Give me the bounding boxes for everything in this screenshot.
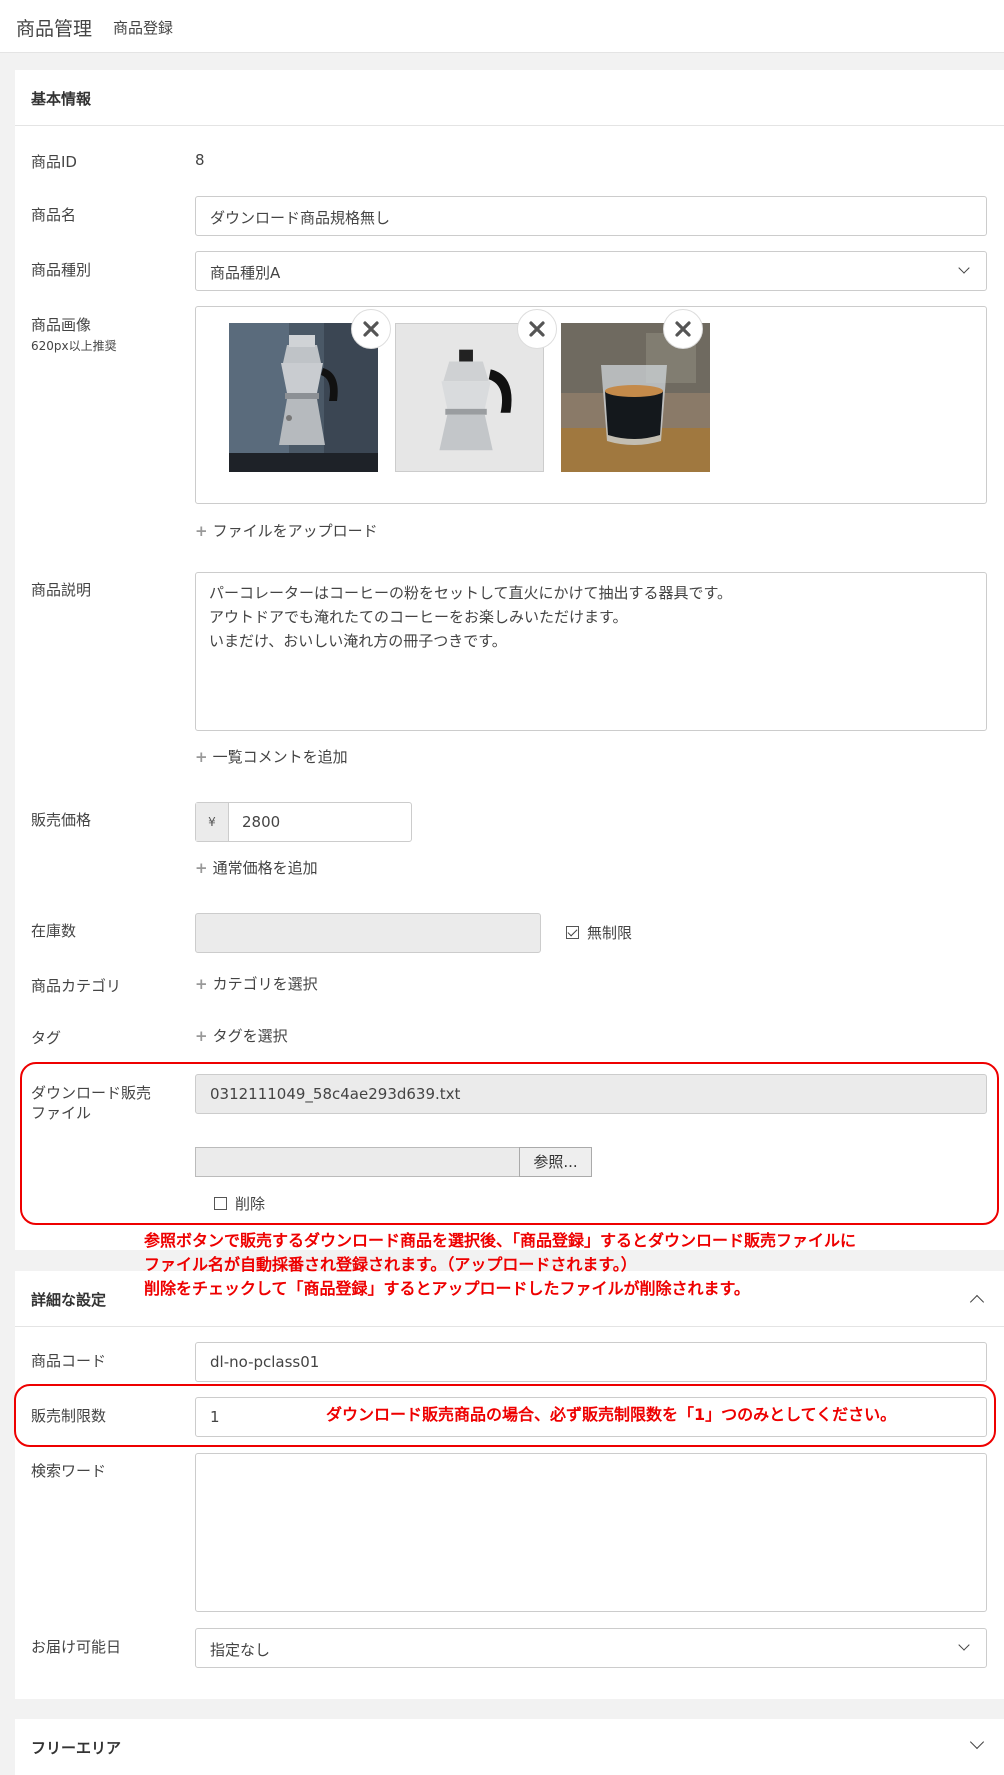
price-input-group[interactable]: ¥ 2800 <box>195 802 412 842</box>
delivery-date-value: 指定なし <box>210 1641 271 1659</box>
product-type-label: 商品種別 <box>31 261 92 279</box>
image-dropzone[interactable] <box>195 306 987 504</box>
free-area-title: フリーエリア <box>31 1739 122 1757</box>
plus-icon: + <box>195 522 208 540</box>
search-word-label: 検索ワード <box>31 1462 107 1480</box>
chevron-down-icon <box>969 1734 985 1750</box>
free-area-card: フリーエリア <box>15 1719 1004 1775</box>
select-category-link[interactable]: + カテゴリを選択 <box>195 973 318 994</box>
remove-image-2-button[interactable] <box>517 309 557 349</box>
product-code-label: 商品コード <box>31 1352 107 1370</box>
unlimited-checkbox[interactable]: 無制限 <box>566 922 632 943</box>
chevron-down-icon <box>958 262 970 274</box>
upload-file-label: ファイルをアップロード <box>212 522 378 540</box>
product-id-label: 商品ID <box>31 153 77 171</box>
product-id-value: 8 <box>195 151 205 169</box>
coffee-maker-white-photo <box>396 324 543 471</box>
product-image-1[interactable] <box>229 323 378 472</box>
select-tag-link[interactable]: + タグを選択 <box>195 1025 288 1046</box>
download-file-highlight <box>20 1062 999 1225</box>
page-header: 商品管理 商品登録 <box>0 0 1004 53</box>
search-word-textarea[interactable] <box>195 1453 987 1612</box>
close-icon <box>363 321 379 337</box>
product-code-input[interactable]: dl-no-pclass01 <box>195 1342 987 1382</box>
delivery-date-select[interactable]: 指定なし <box>195 1628 987 1668</box>
plus-icon: + <box>195 859 208 877</box>
delivery-date-label: お届け可能日 <box>31 1638 122 1656</box>
category-label: 商品カテゴリ <box>31 977 122 995</box>
chevron-down-icon <box>958 1639 970 1651</box>
price-value: 2800 <box>242 813 281 831</box>
stock-label: 在庫数 <box>31 922 77 940</box>
plus-icon: + <box>195 1027 208 1045</box>
tag-label: タグ <box>31 1029 62 1047</box>
annotation-line-3: 削除をチェックして「商品登録」するとアップロードしたファイルが削除されます。 <box>144 1279 750 1298</box>
free-area-header[interactable]: フリーエリア <box>15 1719 1004 1775</box>
add-comment-label: 一覧コメントを追加 <box>212 748 348 766</box>
product-image-note: 620px以上推奨 <box>31 339 117 353</box>
product-name-label: 商品名 <box>31 206 77 224</box>
detail-settings-title: 詳細な設定 <box>31 1291 107 1309</box>
coffee-maker-dark-photo <box>229 323 378 472</box>
basic-info-header: 基本情報 <box>15 70 1004 126</box>
description-label: 商品説明 <box>31 581 92 599</box>
upload-file-link[interactable]: + ファイルをアップロード <box>195 520 378 541</box>
page-subtitle: 商品登録 <box>113 19 174 37</box>
stock-input[interactable] <box>195 913 541 953</box>
chevron-up-icon <box>969 1294 985 1310</box>
checkbox-checked-icon <box>566 926 579 939</box>
remove-image-1-button[interactable] <box>351 309 391 349</box>
add-regular-price-link[interactable]: + 通常価格を追加 <box>195 857 318 878</box>
product-name-input[interactable]: ダウンロード商品規格無し <box>195 196 987 236</box>
product-image-label: 商品画像 <box>31 316 92 334</box>
product-type-value: 商品種別A <box>210 264 281 282</box>
add-regular-price-label: 通常価格を追加 <box>212 859 318 877</box>
price-label: 販売価格 <box>31 811 92 829</box>
unlimited-label: 無制限 <box>587 924 633 942</box>
description-line-1: パーコレーターはコーヒーの粉をセットして直火にかけて抽出する器具です。 <box>209 584 733 602</box>
select-tag-label: タグを選択 <box>212 1027 288 1045</box>
download-file-annotation: 参照ボタンで販売するダウンロード商品を選択後、「商品登録」するとダウンロード販売… <box>144 1229 856 1301</box>
description-line-2: アウトドアでも淹れたてのコーヒーをお楽しみいただけます。 <box>209 608 628 626</box>
close-icon <box>675 321 691 337</box>
plus-icon: + <box>195 975 208 993</box>
product-image-2[interactable] <box>395 323 544 472</box>
select-category-label: カテゴリを選択 <box>212 975 318 993</box>
currency-addon: ¥ <box>196 803 229 841</box>
annotation-line-1: 参照ボタンで販売するダウンロード商品を選択後、「商品登録」するとダウンロード販売… <box>144 1231 857 1250</box>
annotation-line-2: ファイル名が自動採番され登録されます。（アップロードされます。） <box>144 1255 637 1274</box>
add-comment-link[interactable]: + 一覧コメントを追加 <box>195 746 348 767</box>
close-icon <box>529 321 545 337</box>
basic-info-title: 基本情報 <box>31 90 92 108</box>
sale-limit-annotation: ダウンロード販売商品の場合、必ず販売制限数を「1」つのみとしてください。 <box>326 1405 897 1424</box>
page-title: 商品管理 <box>16 18 93 40</box>
remove-image-3-button[interactable] <box>663 309 703 349</box>
plus-icon: + <box>195 748 208 766</box>
description-line-3: いまだけ、おいしい淹れ方の冊子つきです。 <box>209 632 507 650</box>
description-textarea[interactable]: パーコレーターはコーヒーの粉をセットして直火にかけて抽出する器具です。 アウトド… <box>195 572 987 731</box>
product-type-select[interactable]: 商品種別A <box>195 251 987 291</box>
